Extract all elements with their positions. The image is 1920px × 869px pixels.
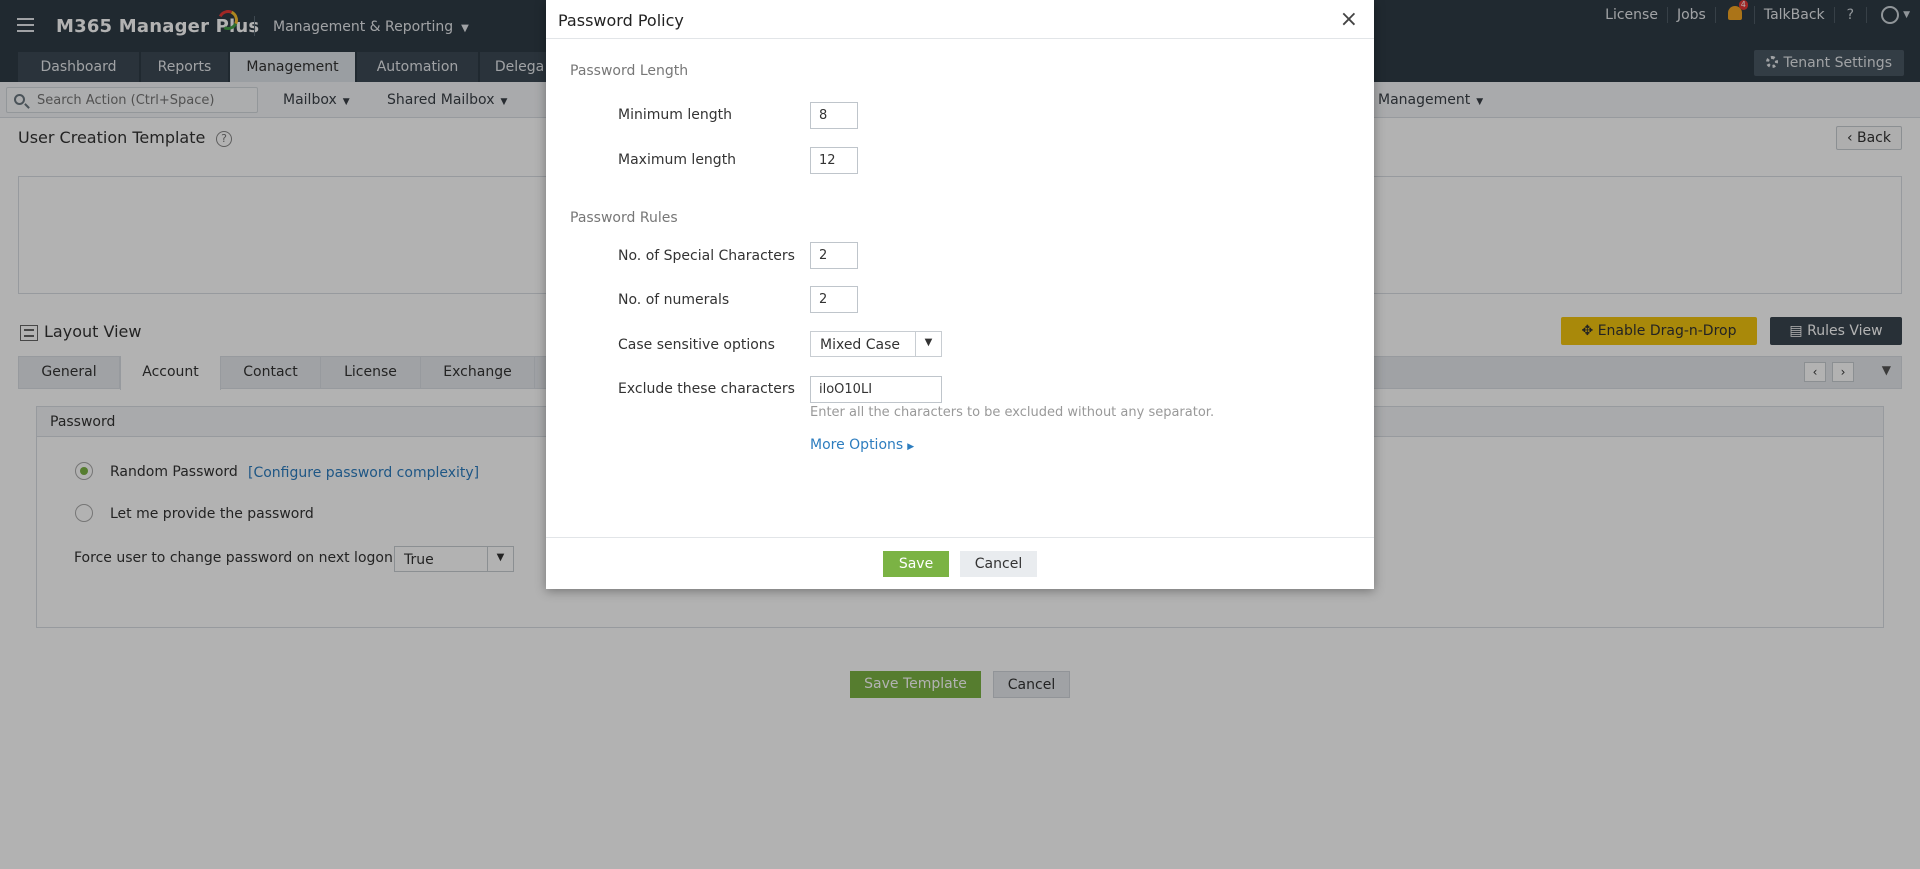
case-sensitive-select[interactable]: Mixed Case ▼ — [810, 331, 942, 357]
case-sensitive-value: Mixed Case — [820, 337, 901, 353]
exclude-chars-label: Exclude these characters — [618, 381, 795, 397]
password-length-heading: Password Length — [570, 63, 689, 79]
exclude-chars-input[interactable] — [810, 376, 942, 403]
max-length-label: Maximum length — [618, 152, 737, 168]
exclude-chars-hint: Enter all the characters to be excluded … — [810, 405, 1215, 420]
chevron-down-icon: ▼ — [915, 332, 941, 356]
dialog-title: Password Policy — [558, 11, 684, 30]
case-sensitive-label: Case sensitive options — [618, 337, 775, 353]
close-icon[interactable]: × — [1340, 7, 1358, 32]
special-chars-label: No. of Special Characters — [618, 248, 795, 264]
divider — [546, 38, 1374, 39]
password-rules-heading: Password Rules — [570, 210, 678, 226]
numerals-input[interactable] — [810, 286, 858, 313]
min-length-label: Minimum length — [618, 107, 732, 123]
password-policy-dialog: Password Policy × Password Length Minimu… — [546, 0, 1374, 589]
more-options-label: More Options — [810, 437, 904, 453]
cancel-button[interactable]: Cancel — [960, 551, 1037, 577]
more-options-link[interactable]: More Options ▶ — [810, 437, 914, 453]
divider — [546, 537, 1374, 538]
max-length-input[interactable] — [810, 147, 858, 174]
save-button[interactable]: Save — [883, 551, 949, 577]
caret-right-icon: ▶ — [907, 442, 915, 452]
numerals-label: No. of numerals — [618, 292, 730, 308]
min-length-input[interactable] — [810, 102, 858, 129]
special-chars-input[interactable] — [810, 242, 858, 269]
